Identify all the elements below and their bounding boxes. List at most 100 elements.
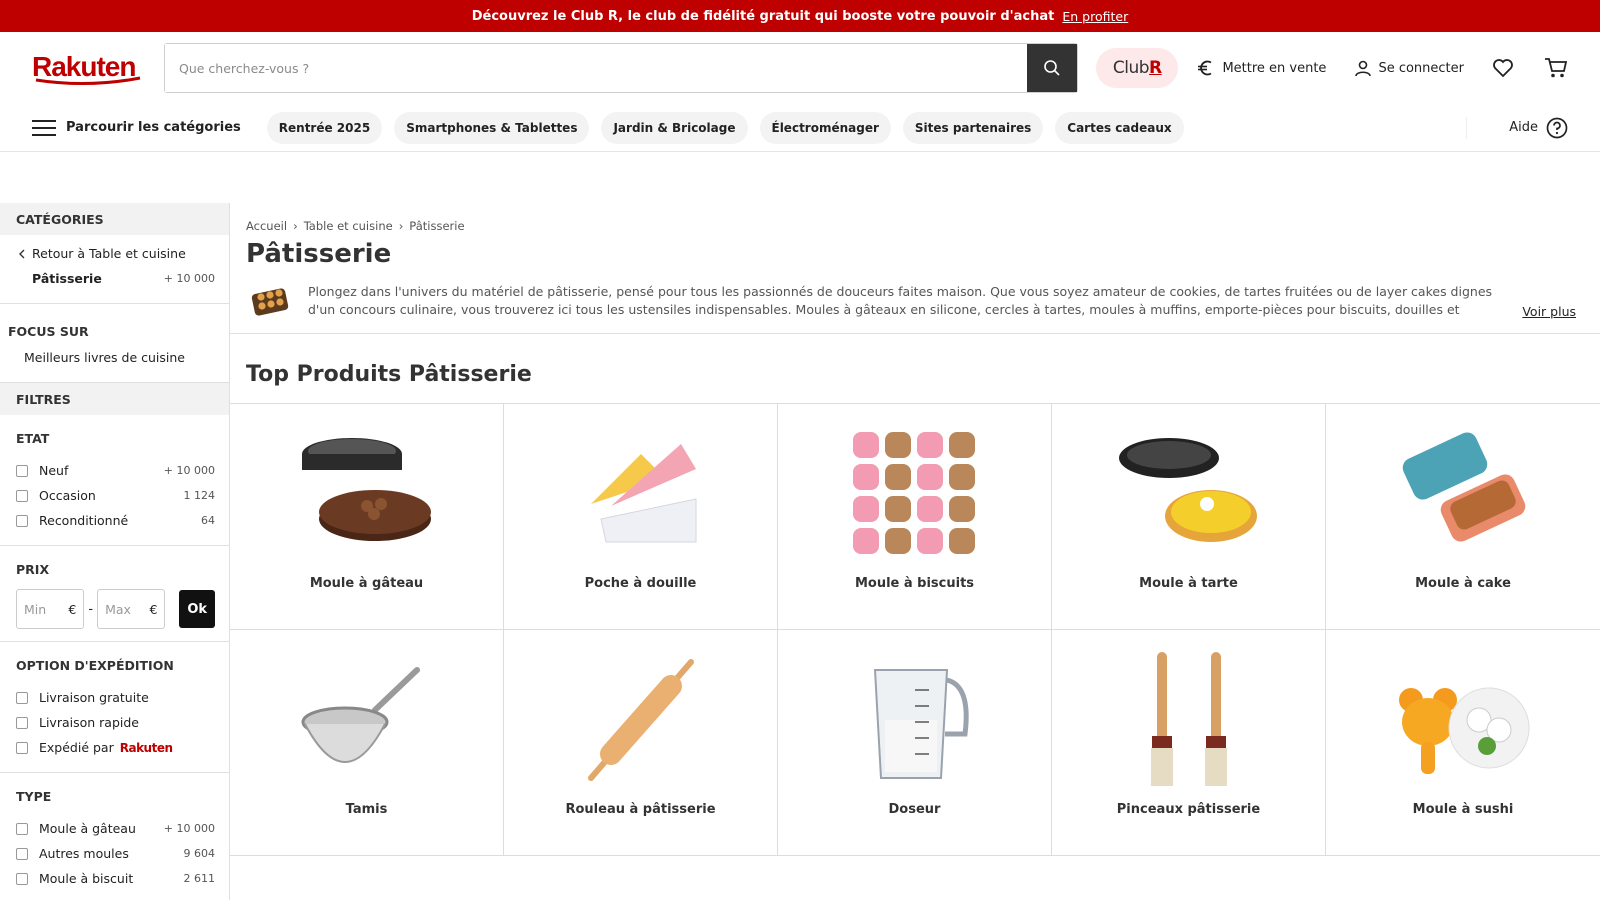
- checkbox[interactable]: [16, 514, 28, 527]
- nav-pill-sites-partenaires[interactable]: Sites partenaires: [902, 111, 1044, 144]
- product-tile-poche-douille[interactable]: Poche à douille: [504, 404, 778, 630]
- breadcrumb-accueil[interactable]: Accueil: [246, 219, 287, 233]
- product-label: Rouleau à pâtisserie: [565, 802, 716, 817]
- product-label: Moule à gâteau: [309, 576, 424, 591]
- price-max-input[interactable]: Max €: [97, 589, 166, 629]
- product-label: Doseur: [888, 802, 941, 817]
- current-category[interactable]: Pâtisserie + 10 000: [16, 266, 215, 291]
- price-min-input[interactable]: Min €: [16, 589, 85, 629]
- search-button[interactable]: [1027, 44, 1078, 92]
- club-r-letter: R: [1149, 58, 1162, 78]
- product-label: Moule à tarte: [1139, 576, 1238, 591]
- user-icon: [1355, 60, 1372, 77]
- browse-categories-button[interactable]: Parcourir les catégories: [32, 119, 241, 137]
- piping-bag-image: [590, 444, 696, 543]
- search-bar: [164, 43, 1079, 93]
- cart-button[interactable]: [1544, 57, 1568, 79]
- filter-type-moule-biscuit[interactable]: Moule à biscuit 2 611: [16, 866, 215, 891]
- price-filter: Min € - Max € Ok: [16, 589, 215, 629]
- help-label: Aide: [1509, 120, 1538, 135]
- product-tile-pinceaux[interactable]: Pinceaux pâtisserie: [1052, 630, 1326, 856]
- filters-sidebar: CATÉGORIES Retour à Table et cuisine Pât…: [0, 203, 230, 900]
- checkbox[interactable]: [16, 716, 28, 729]
- filter-type-autres-moules[interactable]: Autres moules 9 604: [16, 841, 215, 866]
- filter-livraison-gratuite[interactable]: Livraison gratuite: [16, 685, 215, 710]
- filter-etat-reconditionne[interactable]: Reconditionné 64: [16, 508, 215, 533]
- shipping-heading: OPTION D'EXPÉDITION: [16, 658, 174, 673]
- nav-pill-rentree[interactable]: Rentrée 2025: [266, 111, 383, 144]
- sell-link[interactable]: Mettre en vente: [1196, 58, 1326, 78]
- product-label: Moule à cake: [1415, 576, 1511, 591]
- currency-label: €: [68, 601, 77, 617]
- breadcrumb-table-cuisine[interactable]: Table et cuisine: [304, 219, 393, 233]
- filter-label: Occasion: [39, 488, 96, 503]
- filter-expedie-par-rakuten[interactable]: Expédié par Rakuten: [16, 735, 215, 760]
- product-label: Tamis: [345, 802, 388, 817]
- product-tile-moule-gateau[interactable]: Moule à gâteau: [230, 404, 504, 630]
- club-r-button[interactable]: Club R: [1096, 48, 1179, 88]
- banner-link[interactable]: En profiter: [1062, 9, 1128, 24]
- help-link[interactable]: Aide: [1466, 116, 1568, 139]
- product-tile-rouleau[interactable]: Rouleau à pâtisserie: [504, 630, 778, 856]
- filter-label: Livraison gratuite: [39, 690, 149, 705]
- filter-count: 2 611: [183, 872, 216, 885]
- checkbox[interactable]: [16, 741, 28, 754]
- promo-banner: Découvrez le Club R, le club de fidélité…: [0, 0, 1600, 32]
- chevron-left-icon: [19, 249, 25, 258]
- login-link[interactable]: Se connecter: [1354, 59, 1464, 77]
- nav-pill-smartphones[interactable]: Smartphones & Tablettes: [394, 111, 590, 144]
- pastry-brushes-image: [1150, 652, 1227, 786]
- filter-etat-neuf[interactable]: Neuf + 10 000: [16, 458, 215, 483]
- filter-label: Autres moules: [39, 846, 129, 861]
- product-tile-moule-sushi[interactable]: Moule à sushi: [1326, 630, 1600, 856]
- checkbox[interactable]: [16, 489, 28, 502]
- price-max-placeholder: Max: [105, 601, 131, 617]
- product-tile-moule-tarte[interactable]: Moule à tarte: [1052, 404, 1326, 630]
- rolling-pin-image: [587, 659, 694, 781]
- checkbox[interactable]: [16, 847, 28, 860]
- breadcrumb-patisserie: Pâtisserie: [409, 219, 465, 233]
- checkbox[interactable]: [16, 464, 28, 477]
- product-tile-moule-cake[interactable]: Moule à cake: [1326, 404, 1600, 630]
- product-tile-doseur[interactable]: Doseur: [778, 630, 1052, 856]
- rakuten-logo[interactable]: Rakuten: [32, 48, 144, 88]
- product-label: Moule à sushi: [1412, 802, 1514, 817]
- price-ok-button[interactable]: Ok: [179, 590, 215, 628]
- euro-icon: [1198, 60, 1212, 76]
- filter-livraison-rapide[interactable]: Livraison rapide: [16, 710, 215, 735]
- back-category-link[interactable]: Retour à Table et cuisine: [16, 241, 215, 266]
- checkbox[interactable]: [16, 822, 28, 835]
- browse-label: Parcourir les catégories: [66, 120, 241, 135]
- cart-icon: [1545, 58, 1568, 78]
- filter-label: Reconditionné: [39, 513, 129, 528]
- checkbox[interactable]: [16, 691, 28, 704]
- help-icon: [1546, 117, 1568, 138]
- filter-label: Expédié par: [39, 740, 114, 755]
- nav-pill-electromenager[interactable]: Électroménager: [759, 111, 891, 144]
- main-content: Accueil › Table et cuisine › Pâtisserie …: [230, 203, 1600, 856]
- filter-count: + 10 000: [163, 822, 215, 835]
- filter-etat-occasion[interactable]: Occasion 1 124: [16, 483, 215, 508]
- wishlist-button[interactable]: [1492, 58, 1514, 78]
- voir-plus-link[interactable]: Voir plus: [1522, 304, 1576, 319]
- filter-count: + 10 000: [163, 464, 215, 477]
- cookie-cutters-image: [852, 432, 975, 554]
- club-r-text: Club: [1112, 58, 1150, 78]
- categories-heading: CATÉGORIES: [0, 203, 229, 235]
- sell-label: Mettre en vente: [1222, 60, 1327, 76]
- type-heading: TYPE: [16, 789, 52, 804]
- logo-text: Rakuten: [32, 51, 135, 82]
- filter-label: Neuf: [39, 463, 69, 478]
- search-input[interactable]: [165, 44, 1028, 92]
- product-tile-tamis[interactable]: Tamis: [230, 630, 504, 856]
- filter-type-moule-gateau[interactable]: Moule à gâteau + 10 000: [16, 816, 215, 841]
- checkbox[interactable]: [16, 872, 28, 885]
- product-tile-moule-biscuits[interactable]: Moule à biscuits: [778, 404, 1052, 630]
- chevron-right-icon: ›: [398, 219, 404, 233]
- price-separator: -: [88, 601, 94, 617]
- back-category-label: Retour à Table et cuisine: [32, 246, 186, 261]
- focus-link-livres[interactable]: Meilleurs livres de cuisine: [8, 345, 215, 370]
- nav-pill-jardin[interactable]: Jardin & Bricolage: [601, 111, 748, 144]
- top-products-grid: Moule à gâteau Poche à douille Moule à b…: [230, 403, 1600, 856]
- nav-pill-cartes-cadeaux[interactable]: Cartes cadeaux: [1055, 111, 1184, 144]
